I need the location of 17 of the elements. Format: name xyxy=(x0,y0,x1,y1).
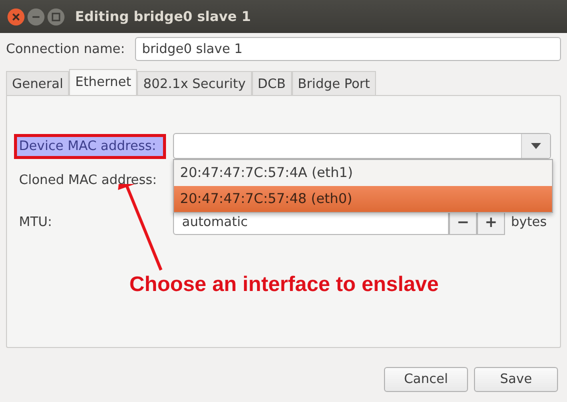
field-label: Connection name: xyxy=(6,42,125,56)
tab[interactable]: DCB xyxy=(252,71,292,95)
field-label: Device MAC address: xyxy=(17,136,163,156)
unit-label: bytes xyxy=(511,214,547,230)
dialog-button[interactable]: Cancel xyxy=(384,367,468,392)
tab[interactable]: Ethernet xyxy=(69,69,138,95)
dialog-button[interactable]: Save xyxy=(474,367,558,392)
tab[interactable]: General xyxy=(6,71,70,95)
window-title: Editing bridge0 slave 1 xyxy=(75,8,251,24)
annotation-text: Choose an interface to enslave xyxy=(128,273,440,297)
field-label: Cloned MAC address: xyxy=(18,172,158,190)
field-label: MTU: xyxy=(18,214,54,232)
tab[interactable]: 802.1x Security xyxy=(137,71,252,95)
tab[interactable]: Bridge Port xyxy=(292,71,376,95)
dropdown-option[interactable]: 20:47:47:7C:57:48 (eth0) xyxy=(174,186,552,212)
dropdown-option[interactable]: 20:47:47:7C:57:4A (eth1) xyxy=(174,160,552,186)
connection-name-field[interactable]: bridge0 slave 1 xyxy=(134,37,561,61)
